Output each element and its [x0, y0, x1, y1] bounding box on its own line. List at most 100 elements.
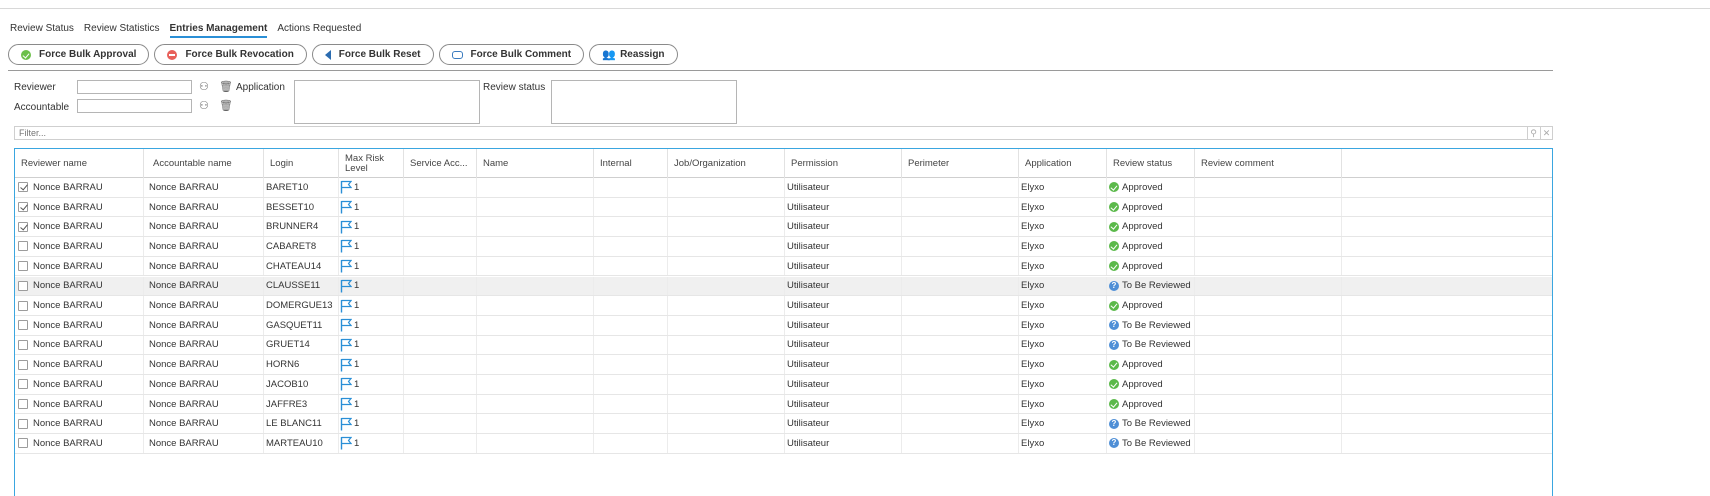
- cell-permission-text: Utilisateur: [787, 240, 830, 252]
- table-row[interactable]: Nonce BARRAU Nonce BARRAU BRUNNER4 1 Utilisa…: [15, 217, 1552, 238]
- tab-actions-requested[interactable]: Actions Requested: [277, 23, 361, 38]
- force-bulk-approval-button[interactable]: Force Bulk Approval: [8, 44, 150, 65]
- col-service-account[interactable]: Service Acc...: [404, 149, 477, 178]
- cell-permission-text: Utilisateur: [787, 300, 830, 312]
- cell-name: [477, 355, 594, 374]
- row-checkbox[interactable]: [18, 320, 28, 331]
- cell-perimeter: [902, 237, 1019, 256]
- cell-job-organization: [668, 355, 785, 374]
- table-row[interactable]: Nonce BARRAU Nonce BARRAU MARTEAU10 1 Utilis…: [15, 434, 1552, 454]
- trash-icon[interactable]: 🗑: [219, 81, 233, 93]
- row-checkbox[interactable]: [18, 221, 28, 232]
- cell-application-text: Elyxo: [1021, 339, 1045, 351]
- cell-service-account: [404, 355, 477, 374]
- row-checkbox[interactable]: [18, 359, 28, 370]
- cell-risk: 1: [339, 355, 404, 374]
- table-row[interactable]: Nonce BARRAU Nonce BARRAU HORN6 1 Utilisateu…: [15, 355, 1552, 375]
- cell-risk: 1: [339, 276, 404, 296]
- application-filter-list[interactable]: [294, 80, 480, 124]
- force-bulk-comment-button[interactable]: Force Bulk Comment: [438, 44, 585, 65]
- cell-risk-text: 1: [354, 398, 360, 410]
- cell-service-account: [404, 237, 477, 256]
- row-checkbox[interactable]: [18, 399, 28, 410]
- cell-internal: [594, 217, 668, 237]
- row-checkbox[interactable]: [18, 300, 28, 311]
- risk-flag-icon: [340, 279, 352, 293]
- table-row[interactable]: Nonce BARRAU Nonce BARRAU CABARET8 1 Utilisa…: [15, 237, 1552, 257]
- cell-login: GASQUET11: [264, 315, 339, 335]
- cell-accountable-text: Nonce BARRAU: [149, 280, 219, 292]
- to-be-reviewed-icon: ?: [1109, 280, 1119, 291]
- search-icon[interactable]: ⚲: [1527, 127, 1539, 139]
- cell-name: [477, 434, 594, 453]
- table-row[interactable]: Nonce BARRAU Nonce BARRAU JAFFRE3 1 Utilisat…: [15, 394, 1552, 415]
- accountable-filter-input[interactable]: [77, 99, 192, 113]
- table-row[interactable]: Nonce BARRAU Nonce BARRAU BARET10 1 Utilisat…: [15, 178, 1552, 198]
- cell-job-organization: [668, 375, 785, 394]
- col-perimeter[interactable]: Perimeter: [902, 149, 1019, 178]
- cell-risk-text: 1: [354, 319, 360, 331]
- table-row[interactable]: Nonce BARRAU Nonce BARRAU CHATEAU14 1 Utilis…: [15, 256, 1552, 277]
- row-checkbox[interactable]: [18, 418, 28, 429]
- col-review-status[interactable]: Review status: [1107, 149, 1195, 178]
- col-review-comment[interactable]: Review comment: [1195, 149, 1342, 178]
- trash-icon[interactable]: 🗑: [219, 100, 233, 112]
- cell-name: [477, 414, 594, 434]
- approve-icon: [21, 49, 31, 60]
- col-internal[interactable]: Internal: [594, 149, 668, 178]
- table-row[interactable]: Nonce BARRAU Nonce BARRAU CLAUSSE11 1 Utilis…: [15, 276, 1552, 297]
- row-checkbox[interactable]: [18, 280, 28, 291]
- review-status-filter-label: Review status: [483, 82, 546, 93]
- cell-review-status: Approved: [1107, 217, 1195, 237]
- cell-risk: 1: [339, 256, 404, 276]
- row-checkbox[interactable]: [18, 182, 28, 193]
- user-picker-icon[interactable]: ⚇: [199, 81, 209, 93]
- cell-review-status: ? To Be Reviewed: [1107, 276, 1195, 296]
- row-checkbox[interactable]: [18, 339, 28, 350]
- table-row[interactable]: Nonce BARRAU Nonce BARRAU DOMERGUE13 1 Utili…: [15, 296, 1552, 316]
- approved-check-icon: [1109, 379, 1119, 390]
- force-bulk-revocation-button[interactable]: Force Bulk Revocation: [154, 44, 307, 65]
- table-row[interactable]: Nonce BARRAU Nonce BARRAU GASQUET11 1 Utilis…: [15, 315, 1552, 336]
- reviewer-filter-input[interactable]: [77, 80, 192, 94]
- col-permission[interactable]: Permission: [785, 149, 902, 178]
- cell-permission: Utilisateur: [785, 178, 902, 197]
- cell-reviewer-text: Nonce BARRAU: [33, 418, 103, 430]
- reassign-button[interactable]: 👥 Reassign: [589, 44, 678, 65]
- grid-filter-input[interactable]: [19, 128, 1519, 138]
- col-application[interactable]: Application: [1019, 149, 1107, 178]
- toolbar-divider: [8, 70, 1553, 71]
- cell-permission-text: Utilisateur: [787, 319, 830, 331]
- row-checkbox[interactable]: [18, 438, 28, 449]
- cell-permission-text: Utilisateur: [787, 201, 830, 213]
- col-login[interactable]: Login: [264, 149, 339, 178]
- cell-application-text: Elyxo: [1021, 181, 1045, 193]
- reset-arrow-icon: [324, 49, 331, 60]
- clear-icon[interactable]: ✕: [1540, 127, 1552, 139]
- cell-application: Elyxo: [1019, 256, 1107, 276]
- col-accountable-name[interactable]: Accountable name: [147, 149, 264, 178]
- approved-check-icon: [1109, 359, 1119, 370]
- cell-reviewer-text: Nonce BARRAU: [33, 201, 103, 213]
- table-row[interactable]: Nonce BARRAU Nonce BARRAU GRUET14 1 Utilisat…: [15, 335, 1552, 356]
- row-checkbox[interactable]: [18, 241, 28, 252]
- user-picker-icon[interactable]: ⚇: [199, 100, 209, 112]
- col-job-organization[interactable]: Job/Organization: [668, 149, 785, 178]
- table-row[interactable]: Nonce BARRAU Nonce BARRAU LE BLANC11 1 Utili…: [15, 414, 1552, 435]
- col-max-risk-level[interactable]: Max Risk Level: [339, 149, 404, 178]
- row-checkbox[interactable]: [18, 379, 28, 390]
- tab-entries-management[interactable]: Entries Management: [169, 23, 268, 38]
- col-name[interactable]: Name: [477, 149, 594, 178]
- cell-login: DOMERGUE13: [264, 296, 339, 315]
- table-row[interactable]: Nonce BARRAU Nonce BARRAU BESSET10 1 Utilisa…: [15, 197, 1552, 218]
- tab-review-status[interactable]: Review Status: [10, 23, 74, 38]
- review-status-filter-list[interactable]: [551, 80, 737, 124]
- cell-accountable: Nonce BARRAU: [147, 276, 264, 296]
- cell-review-status-text: To Be Reviewed: [1122, 339, 1191, 351]
- table-row[interactable]: Nonce BARRAU Nonce BARRAU JACOB10 1 Utilisat…: [15, 375, 1552, 395]
- tab-review-statistics[interactable]: Review Statistics: [84, 23, 160, 38]
- row-checkbox[interactable]: [18, 261, 28, 272]
- force-bulk-reset-button[interactable]: Force Bulk Reset: [311, 44, 434, 65]
- col-reviewer-name[interactable]: Reviewer name: [15, 149, 144, 178]
- row-checkbox[interactable]: [18, 202, 28, 213]
